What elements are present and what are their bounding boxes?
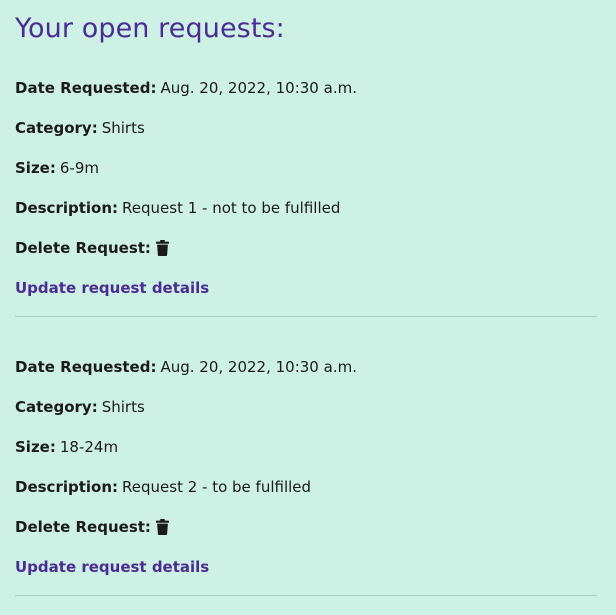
- size-label: Size:: [15, 438, 56, 456]
- page-title: Your open requests:: [15, 13, 285, 44]
- date-requested-label: Date Requested:: [15, 358, 157, 376]
- trash-icon[interactable]: [156, 239, 170, 257]
- page: Your open requests: Date Requested: Aug. …: [0, 0, 616, 615]
- category-value: Shirts: [101, 119, 145, 137]
- category-field: Category: Shirts: [15, 397, 597, 417]
- description-label: Description:: [15, 199, 119, 217]
- delete-request-field: Delete Request:: [15, 238, 597, 258]
- description-label: Description:: [15, 478, 119, 496]
- category-field: Category: Shirts: [15, 118, 597, 138]
- requests-list: Date Requested: Aug. 20, 2022, 10:30 a.m.…: [15, 78, 597, 596]
- delete-request-field: Delete Request:: [15, 517, 597, 537]
- category-value: Shirts: [101, 398, 145, 416]
- size-value: 18-24m: [59, 438, 119, 456]
- description-field: Description: Request 1 - not to be fulfil…: [15, 198, 597, 218]
- description-value: Request 2 - to be fulfilled: [122, 478, 312, 496]
- delete-request-label: Delete Request:: [15, 239, 151, 257]
- trash-icon[interactable]: [156, 518, 170, 536]
- delete-request-label: Delete Request:: [15, 518, 151, 536]
- date-requested-field: Date Requested: Aug. 20, 2022, 10:30 a.m.: [15, 357, 597, 377]
- size-label: Size:: [15, 159, 56, 177]
- category-label: Category:: [15, 119, 98, 137]
- date-requested-value: Aug. 20, 2022, 10:30 a.m.: [160, 358, 357, 376]
- request-card: Date Requested: Aug. 20, 2022, 10:30 a.m.…: [15, 78, 597, 317]
- update-request-link[interactable]: Update request details: [15, 557, 209, 577]
- size-value: 6-9m: [59, 159, 99, 177]
- date-requested-label: Date Requested:: [15, 79, 157, 97]
- divider: [15, 595, 597, 596]
- request-card: Date Requested: Aug. 20, 2022, 10:30 a.m.…: [15, 357, 597, 596]
- update-request-link[interactable]: Update request details: [15, 278, 209, 298]
- category-label: Category:: [15, 398, 98, 416]
- divider: [15, 316, 597, 317]
- date-requested-value: Aug. 20, 2022, 10:30 a.m.: [160, 79, 357, 97]
- description-field: Description: Request 2 - to be fulfilled: [15, 477, 597, 497]
- size-field: Size: 6-9m: [15, 158, 597, 178]
- date-requested-field: Date Requested: Aug. 20, 2022, 10:30 a.m.: [15, 78, 597, 98]
- description-value: Request 1 - not to be fulfilled: [122, 199, 341, 217]
- size-field: Size: 18-24m: [15, 437, 597, 457]
